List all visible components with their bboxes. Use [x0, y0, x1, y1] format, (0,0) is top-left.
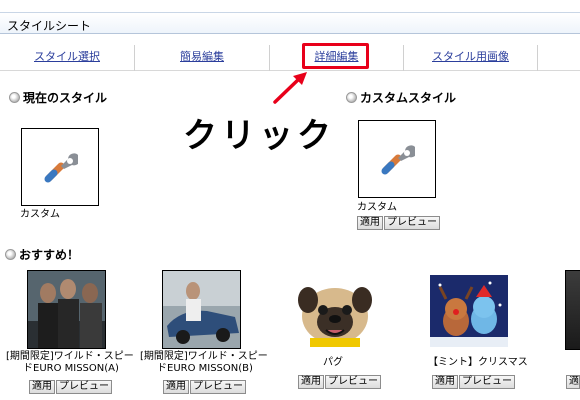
recommended-thumbnail[interactable] [565, 270, 580, 350]
tab-bar: スタイル選択 簡易編集 詳細編集 スタイル用画像 [0, 45, 580, 71]
apply-button[interactable]: 適用 [163, 380, 189, 394]
custom-style-name: カスタム [357, 202, 397, 213]
recommended-title-line2: ドEURO MISSON(A) [23, 363, 119, 374]
wrench-icon [381, 145, 415, 175]
preview-button[interactable]: プレビュー [190, 380, 246, 394]
page-title-bar: スタイルシート [0, 12, 580, 34]
page-title: スタイルシート [7, 19, 92, 33]
recommended-heading-text: おすすめ！ [19, 248, 80, 262]
current-style-name: カスタム [20, 209, 60, 220]
thumbnail-image [566, 271, 580, 349]
bullet-icon [346, 92, 357, 103]
recommended-thumbnail[interactable] [162, 270, 241, 349]
preview-button[interactable]: プレビュー [384, 216, 440, 230]
recommended-title: [期間限定]ワイルド・スピー ドEURO MISSON(B) [140, 351, 268, 375]
recommended-title-line2: ドEURO MISSON(B) [157, 363, 253, 374]
recommended-thumbnail[interactable] [27, 270, 106, 349]
recommended-title-line1: [期間限定]ワイルド・スピー [6, 351, 134, 362]
movie-poster-image [28, 271, 105, 348]
custom-style-heading: カスタムスタイル [346, 89, 456, 106]
christmas-image [430, 275, 508, 347]
apply-button[interactable]: 適用 [432, 375, 458, 389]
preview-button[interactable]: プレビュー [325, 375, 381, 389]
pug-image [296, 272, 374, 347]
bullet-icon [9, 92, 20, 103]
recommended-title: パグ [323, 357, 343, 368]
recommended-title-line1: [期間限定]ワイルド・スピー [140, 351, 268, 362]
preview-button[interactable]: プレビュー [56, 380, 112, 394]
apply-button[interactable]: 適用 [566, 375, 580, 389]
current-style-heading-text: 現在のスタイル [23, 91, 108, 105]
recommended-title: [期間限定]ワイルド・スピー ドEURO MISSON(A) [6, 351, 134, 375]
apply-button[interactable]: 適用 [298, 375, 324, 389]
apply-button[interactable]: 適用 [29, 380, 55, 394]
preview-button[interactable]: プレビュー [459, 375, 515, 389]
tab-style-select[interactable]: スタイル選択 [0, 45, 135, 71]
movie-poster-image [163, 271, 240, 348]
current-style-heading: 現在のスタイル [9, 89, 107, 106]
tab-style-images[interactable]: スタイル用画像 [404, 45, 538, 71]
custom-style-thumbnail[interactable] [358, 120, 436, 198]
recommended-thumbnail[interactable] [296, 272, 374, 347]
bullet-icon [5, 249, 16, 260]
highlight-box [302, 43, 369, 69]
apply-button[interactable]: 適用 [357, 216, 383, 230]
custom-style-heading-text: カスタムスタイル [360, 91, 457, 105]
arrow-icon [273, 72, 307, 104]
recommended-title: 【ミント】クリスマス [428, 357, 528, 368]
click-annotation: クリック [183, 116, 335, 156]
tab-simple-edit[interactable]: 簡易編集 [135, 45, 270, 71]
recommended-heading: おすすめ！ [5, 246, 79, 263]
wrench-icon [44, 153, 78, 183]
recommended-thumbnail[interactable] [430, 275, 508, 347]
current-style-thumbnail [21, 128, 99, 206]
